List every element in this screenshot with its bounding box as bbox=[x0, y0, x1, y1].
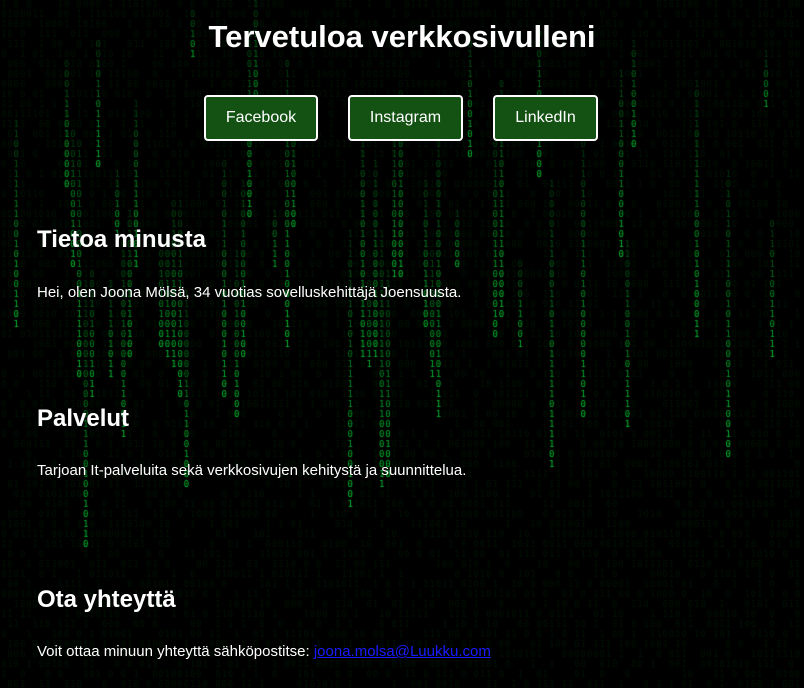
facebook-button[interactable]: Facebook bbox=[204, 95, 318, 141]
services-text: Tarjoan It-palveluita sekä verkkosivujen… bbox=[37, 462, 467, 479]
contact-text-prefix: Voit ottaa minuun yhteyttä sähköpostitse… bbox=[37, 643, 314, 660]
instagram-button[interactable]: Instagram bbox=[348, 95, 463, 141]
about-text: Hei, olen Joona Mölsä, 34 vuotias sovell… bbox=[37, 284, 462, 301]
services-heading: Palvelut bbox=[37, 405, 130, 432]
page-title: Tervetuloa verkkosivulleni bbox=[208, 19, 596, 54]
social-nav: Facebook Instagram LinkedIn bbox=[204, 95, 604, 145]
contact-text: Voit ottaa minuun yhteyttä sähköpostitse… bbox=[37, 642, 491, 662]
page-content: Tervetuloa verkkosivulleni Facebook Inst… bbox=[0, 0, 804, 688]
contact-heading: Ota yhteyttä bbox=[37, 586, 176, 613]
email-link[interactable]: joona.molsa@Luukku.com bbox=[314, 643, 491, 660]
linkedin-button[interactable]: LinkedIn bbox=[493, 95, 598, 141]
about-heading: Tietoa minusta bbox=[37, 226, 206, 253]
